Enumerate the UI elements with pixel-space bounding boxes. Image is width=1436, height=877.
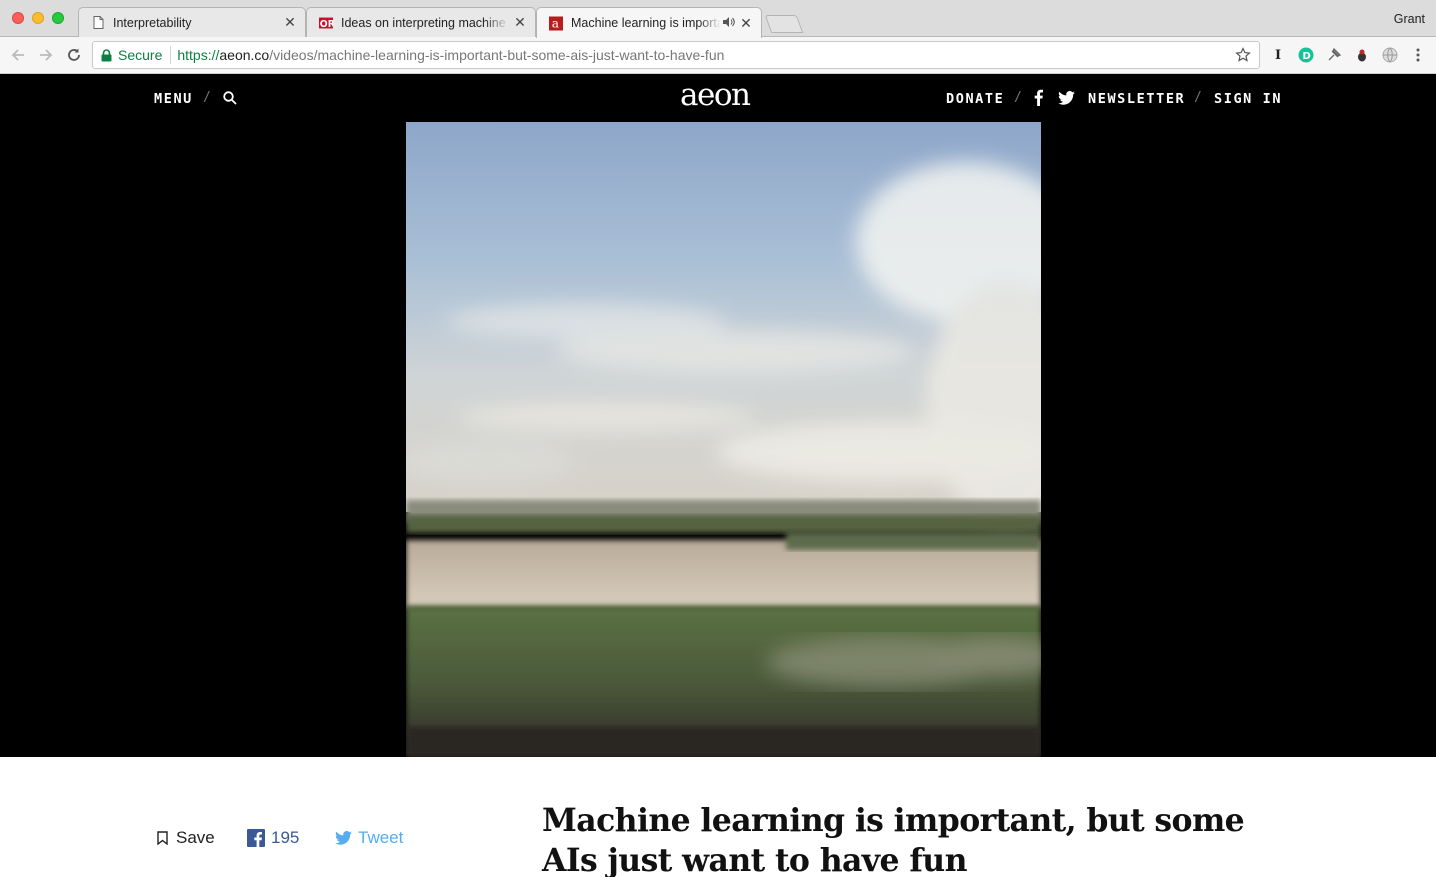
secure-indicator[interactable]: Secure xyxy=(101,46,177,64)
zoom-window-button[interactable] xyxy=(52,12,64,24)
tab-machine-learning-aeon[interactable]: a Machine learning is important, but som… xyxy=(536,7,762,38)
aeon-header-and-video: MENU / aeon DONATE / NEWSLETTER / SIGN I… xyxy=(0,74,1436,757)
url-path: /videos/machine-learning-is-important-bu… xyxy=(269,47,725,63)
oreilly-favicon: OR xyxy=(319,16,333,30)
secure-label: Secure xyxy=(118,47,163,63)
nav-divider: / xyxy=(1014,90,1022,105)
tab-title: Machine learning is important, but some … xyxy=(571,16,721,30)
save-button[interactable]: Save xyxy=(157,828,215,848)
grammarly-icon[interactable]: D xyxy=(1298,47,1314,63)
tab-title: Interpretability xyxy=(113,15,192,30)
new-tab-button[interactable] xyxy=(764,15,804,33)
facebook-share-count: 195 xyxy=(271,828,300,847)
twitter-bird-icon xyxy=(335,831,352,845)
profile-button[interactable]: Grant xyxy=(1394,12,1425,26)
svg-text:D: D xyxy=(1303,51,1311,62)
tweet-button[interactable]: Tweet xyxy=(335,828,403,848)
facebook-icon[interactable] xyxy=(1034,89,1043,111)
menu-link[interactable]: MENU xyxy=(154,91,193,107)
minimize-window-button[interactable] xyxy=(32,12,44,24)
bug-icon[interactable] xyxy=(1354,47,1370,63)
video-frame-landscape xyxy=(406,122,1041,757)
globe-icon[interactable] xyxy=(1382,47,1398,63)
facebook-share-button[interactable]: 195 xyxy=(247,828,299,848)
speaker-icon[interactable] xyxy=(723,16,735,30)
address-bar[interactable]: Secure https://aeon.co/videos/machine-le… xyxy=(92,41,1260,69)
lock-icon xyxy=(101,48,112,61)
close-tab-icon[interactable]: ✕ xyxy=(283,14,297,31)
tab-interpretability[interactable]: Interpretability ✕ xyxy=(78,7,306,37)
save-label: Save xyxy=(176,828,215,847)
article-header: Save 195 Tweet Machine learning is impor… xyxy=(0,757,1436,877)
search-icon[interactable] xyxy=(223,91,237,110)
url-text[interactable]: https://aeon.co/videos/machine-learning-… xyxy=(177,47,724,63)
pin-icon[interactable] xyxy=(1326,47,1342,63)
document-icon xyxy=(91,16,105,30)
bookmark-icon xyxy=(157,831,168,845)
bookmark-star-icon[interactable] xyxy=(1235,47,1251,68)
browser-toolbar: Secure https://aeon.co/videos/machine-le… xyxy=(0,37,1436,74)
close-tab-icon[interactable]: ✕ xyxy=(513,14,527,31)
url-host: aeon.co xyxy=(219,47,270,63)
more-menu-icon[interactable] xyxy=(1410,47,1426,63)
instapaper-icon[interactable]: I xyxy=(1270,47,1286,63)
reload-button[interactable] xyxy=(64,45,84,65)
nav-divider: / xyxy=(203,90,211,105)
tweet-label: Tweet xyxy=(358,828,404,847)
reload-icon xyxy=(68,48,80,61)
twitter-icon[interactable] xyxy=(1058,91,1075,110)
arrow-right-icon xyxy=(40,49,53,61)
svg-text:OR: OR xyxy=(320,18,333,29)
newsletter-link[interactable]: NEWSLETTER xyxy=(1088,91,1185,107)
tab-title: Ideas on interpreting machine learning xyxy=(341,15,509,30)
close-window-button[interactable] xyxy=(12,12,24,24)
aeon-logo[interactable]: aeon xyxy=(680,80,751,111)
facebook-square-icon xyxy=(247,829,265,847)
url-scheme: https:// xyxy=(177,47,220,63)
forward-button[interactable] xyxy=(36,45,56,65)
back-button[interactable] xyxy=(8,45,28,65)
article-headline: Machine learning is important, but some … xyxy=(542,802,1245,877)
arrow-left-icon xyxy=(11,49,24,61)
aeon-favicon: a xyxy=(549,16,563,30)
nav-divider: / xyxy=(1194,90,1202,105)
tab-ideas-on-interpreting[interactable]: OR Ideas on interpreting machine learnin… xyxy=(306,7,536,37)
svg-text:a: a xyxy=(552,16,559,30)
close-tab-icon[interactable]: ✕ xyxy=(739,15,753,32)
donate-link[interactable]: DONATE xyxy=(946,91,1004,107)
video-player[interactable] xyxy=(406,122,1041,757)
sign-in-link[interactable]: SIGN IN xyxy=(1214,91,1282,107)
tab-strip: Interpretability ✕ OR Ideas on interpret… xyxy=(0,0,1436,38)
